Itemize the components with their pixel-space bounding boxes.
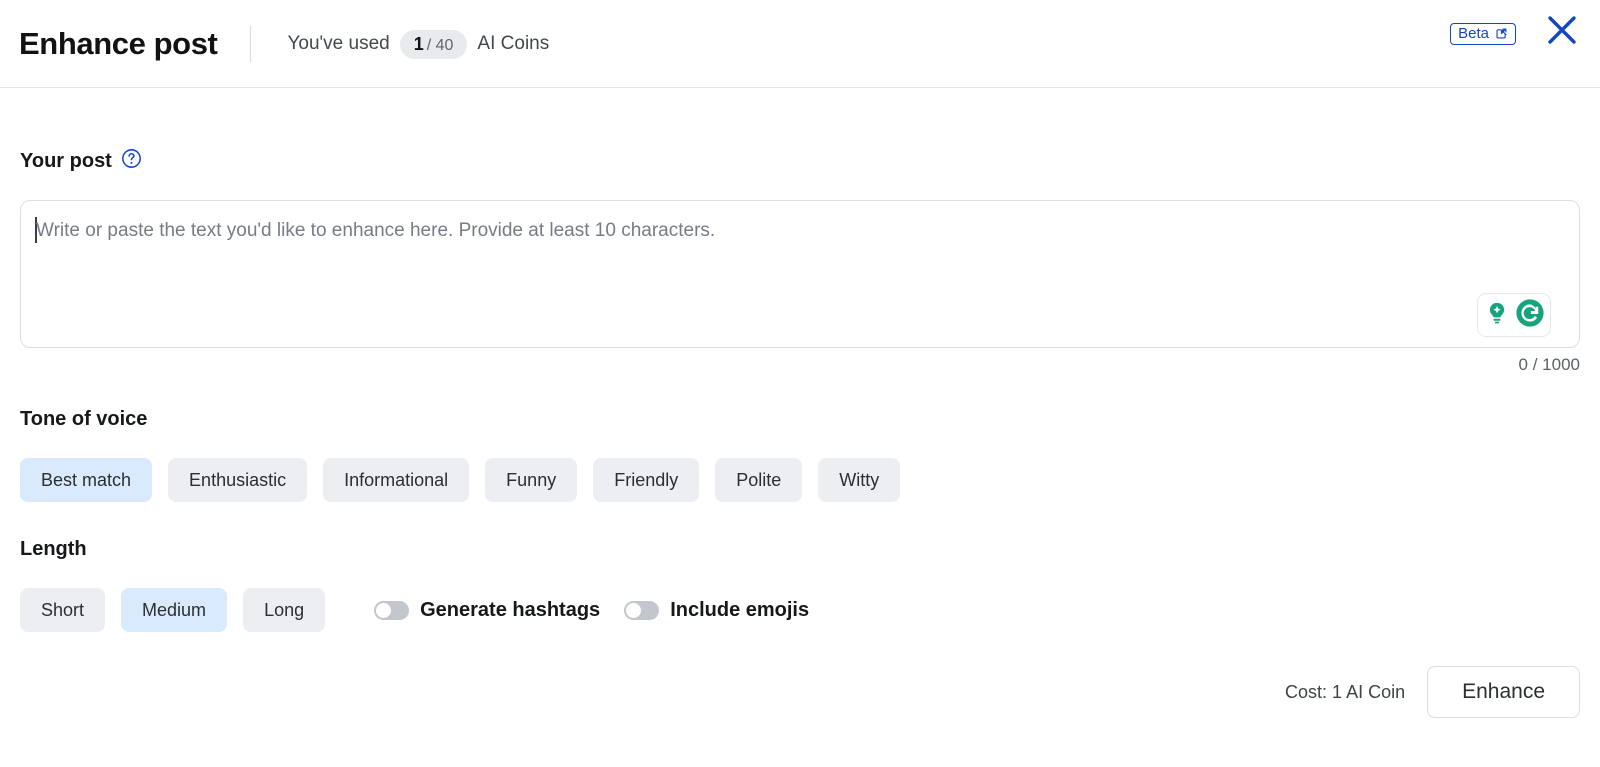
include-emojis-toggle[interactable]: Include emojis <box>624 599 809 622</box>
character-counter: 0 / 1000 <box>1518 355 1580 374</box>
modal-header: Enhance post You've used 1 / 40 AI Coins… <box>0 0 1600 88</box>
header-right-group: Beta <box>1450 0 1582 88</box>
coins-suffix-label: AI Coins <box>477 33 550 54</box>
coins-total-value: / 40 <box>426 36 454 54</box>
toggle-group-row: Generate hashtags Include emojis <box>374 599 809 622</box>
generate-hashtags-label: Generate hashtags <box>420 598 601 621</box>
coins-prefix-label: You've used <box>287 33 390 54</box>
header-divider <box>250 26 252 62</box>
switch-knob <box>376 602 392 618</box>
grammarly-widget[interactable] <box>1477 293 1551 337</box>
enhance-button[interactable]: Enhance <box>1427 666 1580 719</box>
tone-option-enthusiastic[interactable]: Enthusiastic <box>168 458 308 502</box>
grammarly-logo-icon[interactable] <box>1514 297 1546 334</box>
include-emojis-label: Include emojis <box>670 598 810 621</box>
tone-option-best-match[interactable]: Best match <box>20 458 153 502</box>
post-field-label: Your post <box>20 149 112 172</box>
tone-option-witty[interactable]: Witty <box>818 458 901 502</box>
close-icon <box>1545 13 1579 52</box>
length-option-medium[interactable]: Medium <box>121 588 228 632</box>
length-option-short[interactable]: Short <box>20 588 106 632</box>
tone-options-row: Best match Enthusiastic Informational Fu… <box>20 458 901 502</box>
tone-option-friendly[interactable]: Friendly <box>593 458 700 502</box>
lightbulb-icon[interactable] <box>1482 298 1512 333</box>
length-options-row: Short Medium Long Generate hashtags Incl… <box>20 588 809 632</box>
modal-footer: Cost: 1 AI Coin Enhance <box>1285 666 1580 719</box>
generate-hashtags-toggle[interactable]: Generate hashtags <box>374 599 600 622</box>
header-left-group: Enhance post You've used 1 / 40 AI Coins <box>19 0 549 88</box>
page-title: Enhance post <box>19 26 218 61</box>
beta-badge-label: Beta <box>1458 25 1489 42</box>
close-button[interactable] <box>1542 12 1582 52</box>
switch-knob <box>626 602 642 618</box>
ai-coins-usage: You've used 1 / 40 AI Coins <box>287 29 550 59</box>
tone-option-polite[interactable]: Polite <box>715 458 803 502</box>
coins-count-badge: 1 / 40 <box>399 29 468 59</box>
tone-option-funny[interactable]: Funny <box>485 458 578 502</box>
post-textarea-placeholder: Write or paste the text you'd like to en… <box>36 220 716 241</box>
coins-used-value: 1 <box>413 33 424 54</box>
length-option-long[interactable]: Long <box>243 588 326 632</box>
cost-label: Cost: 1 AI Coin <box>1285 681 1406 702</box>
beta-badge-link[interactable]: Beta <box>1450 23 1516 45</box>
tone-section-heading: Tone of voice <box>20 408 148 430</box>
include-emojis-switch[interactable] <box>624 600 660 620</box>
generate-hashtags-switch[interactable] <box>374 600 410 620</box>
tone-option-informational[interactable]: Informational <box>323 458 470 502</box>
help-circle-icon[interactable] <box>121 148 142 174</box>
post-field-label-row: Your post <box>20 148 142 174</box>
length-section-heading: Length <box>20 538 87 560</box>
post-textarea[interactable]: Write or paste the text you'd like to en… <box>20 200 1580 348</box>
external-link-icon <box>1495 27 1508 40</box>
